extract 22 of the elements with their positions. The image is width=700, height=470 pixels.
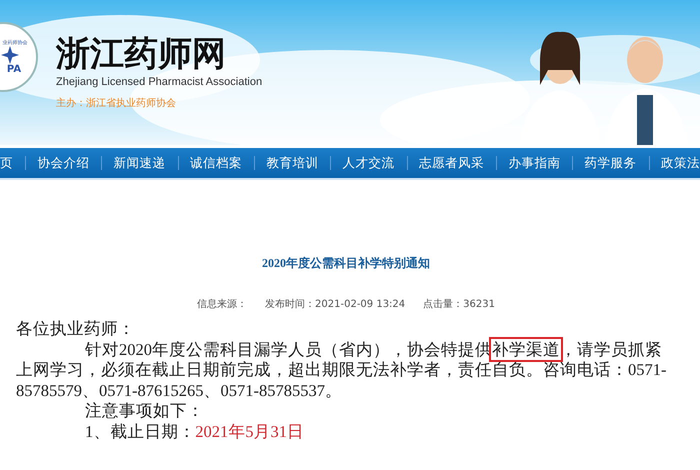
meta-info: 信息来源： <box>197 298 248 311</box>
article-title: 2020年度公需科目补学特别通知 <box>261 255 431 271</box>
nav-link[interactable]: 办事指南 <box>508 154 560 172</box>
deadline-text: 1、截止日期：2021年5月31日 <box>84 422 305 442</box>
greeting-text: 各位执业药师： <box>16 319 136 340</box>
nav-link[interactable]: 人才交流 <box>342 154 395 172</box>
logo-initials: PA <box>6 64 22 75</box>
nav-link[interactable]: 教育培训 <box>266 154 318 172</box>
nav-link[interactable]: 药学服务 <box>584 154 637 172</box>
nav-link[interactable]: 页 <box>0 154 13 172</box>
nav-link[interactable]: 诚信档案 <box>190 154 242 172</box>
meta-info: 发布时间：2021-02-09 13:24 <box>265 298 406 311</box>
star-icon <box>1 46 19 64</box>
nav-link[interactable]: 志愿者风采 <box>418 154 484 172</box>
sponsor-text: 主办：浙江省执业药师协会 <box>56 96 177 110</box>
meta-info: 点击量：36231 <box>423 298 495 311</box>
nav-link[interactable]: 协会介绍 <box>37 154 90 172</box>
nav-link[interactable]: 政策法 <box>660 154 700 172</box>
notes-heading: 注意事项如下： <box>84 401 205 422</box>
site-subtitle: Zhejiang Licensed Pharmacist Association <box>56 76 262 88</box>
site-title: 浙江药师网 <box>56 34 227 74</box>
nav-link[interactable]: 新闻速递 <box>114 154 166 172</box>
